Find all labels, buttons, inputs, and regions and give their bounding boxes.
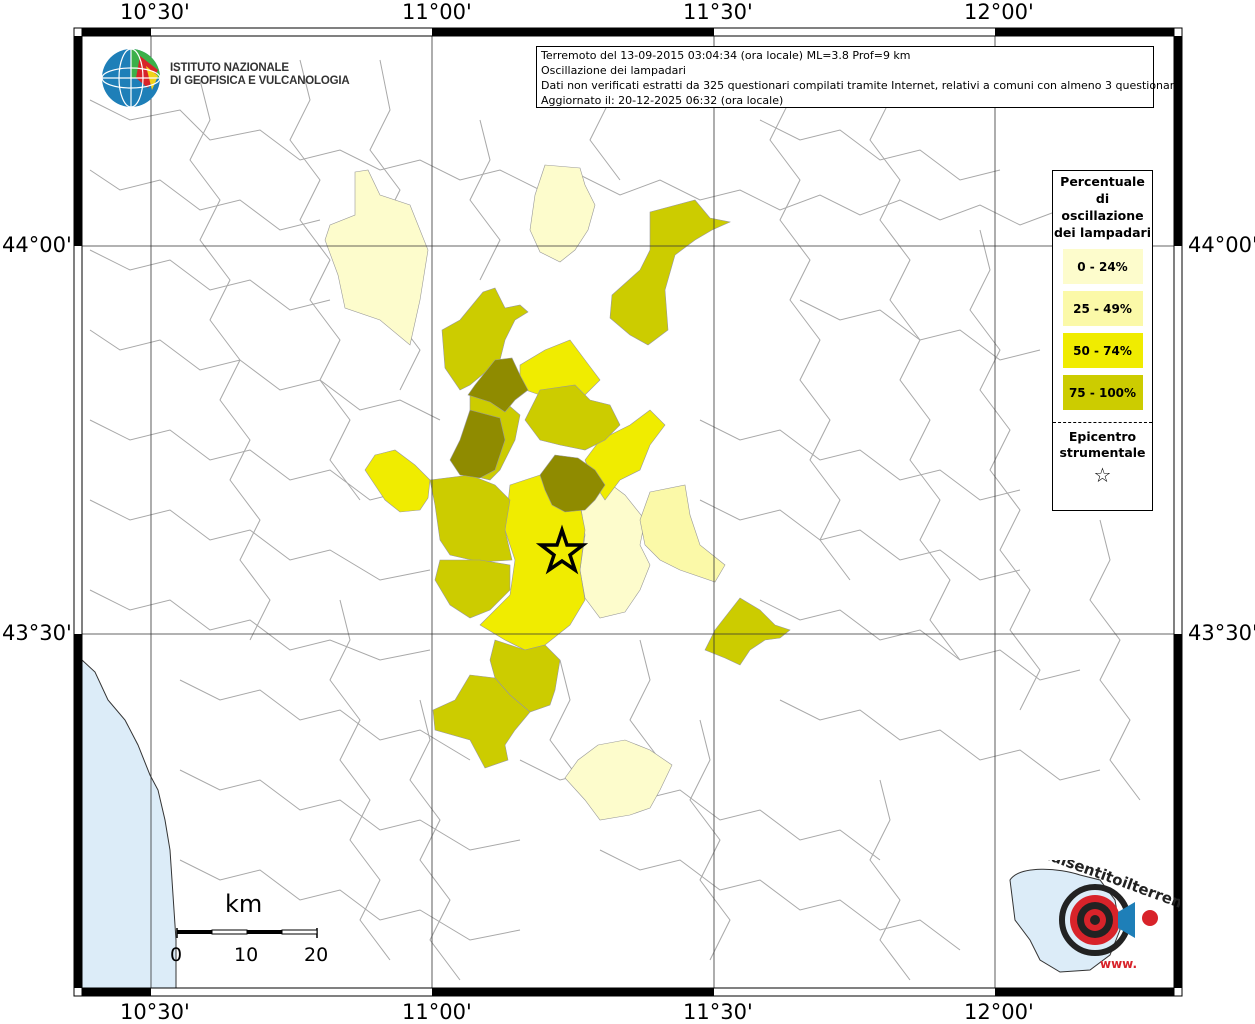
hst-logo-www: www.: [1100, 957, 1137, 971]
lon-label-bottom-1030: 10°30': [120, 1000, 190, 1024]
legend-item-label: 50 - 74%: [1073, 343, 1132, 358]
event-info-box: Terremoto del 13-09-2015 03:04:34 (ora l…: [536, 46, 1181, 108]
legend-title: Percentuale di oscillazione dei lampadar…: [1053, 174, 1152, 240]
sea-area: [82, 660, 176, 990]
scale-bar: km 0 10 20: [170, 890, 330, 970]
municipality-class-50-74[interactable]: [364, 449, 431, 513]
ingv-logo-line2: DI GEOFISICA E VULCANOLOGIA: [170, 75, 350, 87]
municipality-class-75-100[interactable]: [704, 597, 791, 666]
lat-label-left-4330: 43°30': [2, 621, 72, 645]
municipality-class-0-24[interactable]: [324, 169, 429, 346]
lon-label-top-1200: 12°00': [964, 0, 1034, 24]
scale-tick-20: 20: [304, 944, 329, 966]
lon-label-bottom-1130: 11°30': [683, 1000, 753, 1024]
event-info-line: Aggiornato il: 20-12-2025 06:32 (ora loc…: [541, 94, 784, 107]
haisentitoilterremoto-logo: haisentitoilterremoto.it www.: [1009, 860, 1180, 973]
lat-label-right-4400: 44°00': [1188, 233, 1255, 257]
municipality-class-75-100[interactable]: [609, 199, 731, 346]
ingv-logo-text: ISTITUTO NAZIONALE DI GEOFISICA E VULCAN…: [170, 62, 350, 88]
event-info-line: Dati non verificati estratti da 325 ques…: [541, 79, 1181, 92]
legend-epicenter-label: Epicentro strumentale: [1059, 429, 1146, 460]
legend-epicenter-star-icon: ☆: [1093, 463, 1112, 487]
colored-municipalities: [324, 164, 791, 821]
scale-unit: km: [225, 890, 263, 918]
lat-label-left-4400: 44°00': [2, 233, 72, 257]
event-info-line: Terremoto del 13-09-2015 03:04:34 (ora l…: [541, 49, 911, 62]
municipality-class-0-24[interactable]: [529, 164, 596, 263]
legend-item-75-100: 75 - 100%: [1062, 375, 1143, 410]
legend-item-0-24: 0 - 24%: [1062, 249, 1143, 284]
lat-label-right-4330: 43°30': [1188, 621, 1255, 645]
legend: Percentuale di oscillazione dei lampadar…: [1052, 170, 1153, 511]
legend-item-label: 25 - 49%: [1073, 301, 1132, 316]
municipality-class-75-100[interactable]: [429, 474, 513, 563]
municipality-class-0-24[interactable]: [564, 739, 673, 821]
municipality-class-25-49[interactable]: [639, 484, 726, 583]
lon-label-top-1030: 10°30': [120, 0, 190, 24]
scale-bar-graphic: [176, 928, 318, 938]
lon-label-bottom-1100: 11°00': [402, 1000, 472, 1024]
legend-item-50-74: 50 - 74%: [1062, 333, 1143, 368]
legend-item-label: 0 - 24%: [1077, 259, 1128, 274]
scale-tick-10: 10: [234, 944, 259, 966]
lon-label-top-1130: 11°30': [683, 0, 753, 24]
event-info-line: Oscillazione dei lampadari: [541, 64, 686, 77]
legend-item-25-49: 25 - 49%: [1062, 291, 1143, 326]
legend-item-label: 75 - 100%: [1068, 385, 1137, 400]
ingv-logo-line1: ISTITUTO NAZIONALE: [170, 62, 289, 74]
lon-label-top-1100: 11°00': [402, 0, 472, 24]
scale-tick-0: 0: [170, 944, 183, 966]
legend-divider: [1053, 422, 1152, 423]
lon-label-bottom-1200: 12°00': [964, 1000, 1034, 1024]
